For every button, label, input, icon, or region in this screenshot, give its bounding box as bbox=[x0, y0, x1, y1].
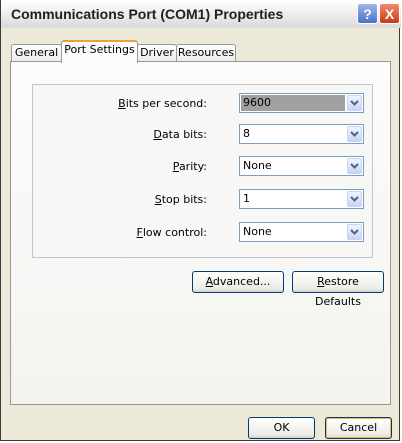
chevron-down-icon[interactable] bbox=[347, 95, 362, 111]
flow-control-label: Flow control: bbox=[136, 226, 207, 239]
window-title: Communications Port (COM1) Properties bbox=[11, 6, 284, 22]
parity-select[interactable]: None bbox=[239, 156, 364, 176]
data-bits-select[interactable]: 8 bbox=[239, 124, 364, 144]
cancel-button[interactable]: Cancel bbox=[325, 417, 392, 439]
help-button[interactable]: ? bbox=[357, 3, 378, 24]
bits-per-second-select[interactable]: 9600 bbox=[239, 93, 364, 113]
close-icon: X bbox=[384, 5, 395, 22]
tab-resources[interactable]: Resources bbox=[176, 44, 236, 62]
tab-general[interactable]: General bbox=[11, 44, 62, 62]
ok-button[interactable]: OK bbox=[248, 417, 315, 439]
advanced-button[interactable]: Advanced... bbox=[192, 271, 284, 293]
title-bar[interactable]: Communications Port (COM1) Properties ? … bbox=[1, 0, 401, 28]
tab-panel: Bits per second: 9600 Data bits: 8 Parit… bbox=[10, 61, 391, 405]
stop-bits-select[interactable]: 1 bbox=[239, 189, 364, 209]
parity-value: None bbox=[243, 159, 272, 172]
tab-port-settings[interactable]: Port Settings bbox=[61, 40, 138, 63]
stop-bits-value: 1 bbox=[243, 192, 250, 205]
settings-group: Bits per second: 9600 Data bits: 8 Parit… bbox=[32, 84, 373, 258]
data-bits-value: 8 bbox=[243, 127, 250, 140]
close-button[interactable]: X bbox=[379, 3, 400, 24]
bits-per-second-value: 9600 bbox=[241, 95, 345, 111]
stop-bits-label: Stop bits: bbox=[154, 193, 207, 206]
chevron-down-icon[interactable] bbox=[347, 158, 362, 174]
chevron-down-icon[interactable] bbox=[347, 126, 362, 142]
bits-per-second-label: Bits per second: bbox=[118, 97, 207, 110]
properties-dialog: Communications Port (COM1) Properties ? … bbox=[0, 0, 401, 441]
chevron-down-icon[interactable] bbox=[347, 224, 362, 240]
flow-control-value: None bbox=[243, 225, 272, 238]
flow-control-select[interactable]: None bbox=[239, 222, 364, 242]
help-icon: ? bbox=[363, 5, 372, 22]
chevron-down-icon[interactable] bbox=[347, 191, 362, 207]
restore-defaults-button[interactable]: Restore Defaults bbox=[292, 271, 384, 308]
tab-driver[interactable]: Driver bbox=[137, 44, 177, 62]
data-bits-label: Data bits: bbox=[153, 128, 207, 141]
parity-label: Parity: bbox=[172, 160, 207, 173]
